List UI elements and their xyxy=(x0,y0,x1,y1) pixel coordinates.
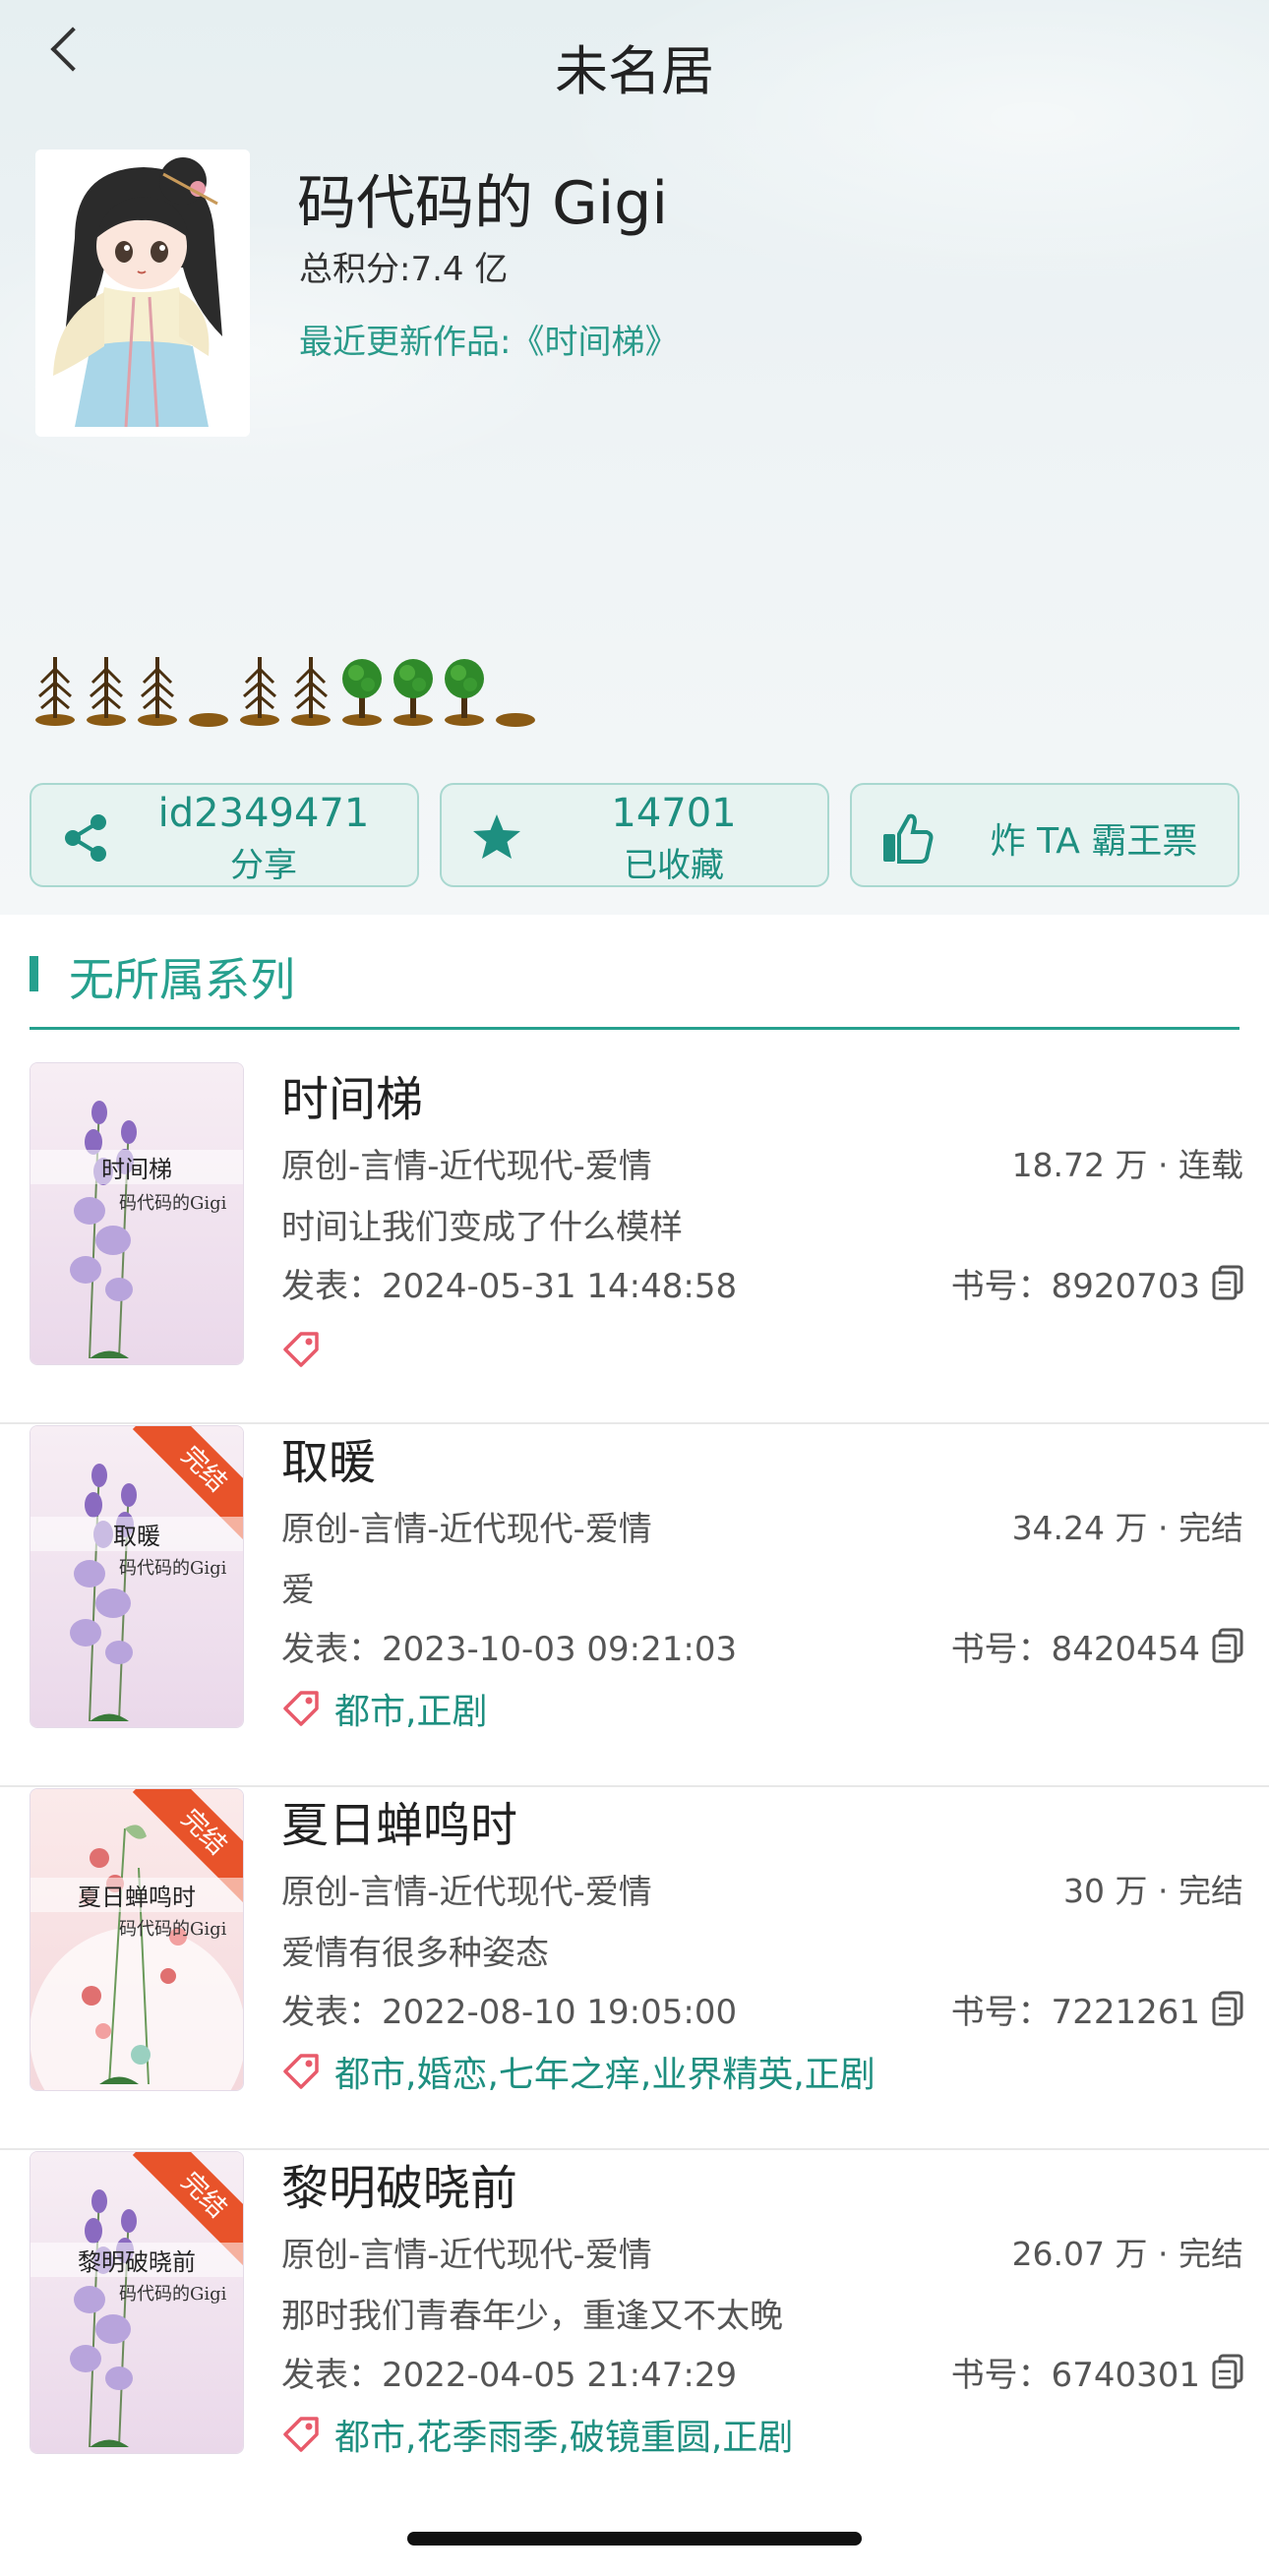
book-tags[interactable]: 都市,花季雨季,破镜重圆,正剧 xyxy=(334,2409,793,2460)
profile-header-background xyxy=(0,0,1269,915)
green-tree-icon xyxy=(388,649,439,728)
cover-title: 取暖 xyxy=(30,1517,243,1551)
section-accent-bar xyxy=(30,956,38,991)
recent-work-link[interactable]: 最近更新作品:《时间梯》 xyxy=(299,315,678,363)
book-category: 原创-言情-近代现代-爱情 xyxy=(281,1873,652,1912)
favorite-button[interactable]: 14701 已收藏 xyxy=(440,783,829,887)
book-category: 原创-言情-近代现代-爱情 xyxy=(281,1147,652,1186)
cover-author: 码代码的Gigi xyxy=(119,1919,227,1940)
favorite-label: 已收藏 xyxy=(624,846,724,885)
book-item[interactable]: 完结 黎明破晓前 码代码的Gigi 黎明破晓前 原创-言情-近代现代-爱情 26… xyxy=(0,2151,1269,2513)
book-publish-date: 发表：2022-08-10 19:05:00 xyxy=(281,1993,738,2032)
bare-tree-icon xyxy=(234,649,285,728)
home-indicator[interactable] xyxy=(407,2532,862,2546)
avatar[interactable] xyxy=(35,150,250,437)
book-publish-date: 发表：2024-05-31 14:48:58 xyxy=(281,1267,738,1306)
book-title[interactable]: 取暖 xyxy=(281,1423,376,1492)
book-cover[interactable]: 完结 黎明破晓前 码代码的Gigi xyxy=(30,2151,244,2454)
row-divider xyxy=(0,2148,1269,2150)
book-id: 书号：8420454 xyxy=(950,1630,1200,1669)
bare-tree-icon xyxy=(132,649,183,728)
copy-icon[interactable] xyxy=(1212,2354,1245,2389)
bare-tree-icon xyxy=(285,649,336,728)
book-word-count-status: 34.24 万 · 完结 xyxy=(1011,1509,1243,1547)
section-divider xyxy=(30,1027,1239,1030)
green-tree-icon xyxy=(336,649,388,728)
share-icon xyxy=(59,810,114,866)
vote-button[interactable]: 炸 TA 霸王票 xyxy=(850,783,1239,887)
author-id: id2349471 xyxy=(157,791,370,836)
book-id: 书号：6740301 xyxy=(950,2356,1200,2395)
book-tags[interactable]: 都市,正剧 xyxy=(334,1683,487,1734)
book-item[interactable]: 完结 夏日蝉鸣时 码代码的Gigi 夏日蝉鸣时 原创-言情-近代现代-爱情 30… xyxy=(0,1788,1269,2150)
favorite-count: 14701 xyxy=(611,791,737,836)
cover-author: 码代码的Gigi xyxy=(119,1193,227,1214)
copy-icon[interactable] xyxy=(1212,1628,1245,1663)
bare-tree-icon xyxy=(81,649,132,728)
green-tree-icon xyxy=(439,649,490,728)
row-divider xyxy=(0,1785,1269,1787)
book-word-count-status: 18.72 万 · 连载 xyxy=(1011,1146,1243,1184)
book-word-count-status: 26.07 万 · 完结 xyxy=(1011,2235,1243,2273)
book-description: 时间让我们变成了什么模样 xyxy=(281,1208,683,1247)
share-button[interactable]: id2349471 分享 xyxy=(30,783,419,887)
section-title: 无所属系列 xyxy=(69,953,295,1006)
book-title[interactable]: 时间梯 xyxy=(281,1060,423,1129)
thumbs-up-icon xyxy=(879,810,935,866)
book-title[interactable]: 黎明破晓前 xyxy=(281,2149,517,2218)
book-title[interactable]: 夏日蝉鸣时 xyxy=(281,1786,517,1855)
book-description: 爱 xyxy=(281,1571,315,1610)
book-description: 那时我们青春年少，重逢又不太晚 xyxy=(281,2297,783,2336)
tag-icon xyxy=(281,2413,323,2454)
book-id: 书号：8920703 xyxy=(950,1267,1200,1306)
vote-label: 炸 TA 霸王票 xyxy=(990,821,1198,862)
cover-title: 夏日蝉鸣时 xyxy=(30,1878,243,1912)
tag-icon xyxy=(281,1328,323,1369)
share-label: 分享 xyxy=(230,846,297,885)
book-category: 原创-言情-近代现代-爱情 xyxy=(281,1510,652,1549)
tag-icon xyxy=(281,1687,323,1728)
bare-tree-icon xyxy=(30,649,81,728)
cover-title: 时间梯 xyxy=(30,1150,243,1184)
cover-author: 码代码的Gigi xyxy=(119,1558,227,1579)
book-item[interactable]: 完结 取暖 码代码的Gigi 取暖 原创-言情-近代现代-爱情 34.24 万 … xyxy=(0,1425,1269,1787)
book-item[interactable]: 时间梯 码代码的Gigi 时间梯 原创-言情-近代现代-爱情 18.72 万 ·… xyxy=(0,1062,1269,1424)
book-cover[interactable]: 完结 取暖 码代码的Gigi xyxy=(30,1425,244,1728)
book-description: 爱情有很多种姿态 xyxy=(281,1934,549,1973)
book-publish-date: 发表：2022-04-05 21:47:29 xyxy=(281,2356,738,2395)
book-id: 书号：7221261 xyxy=(950,1993,1200,2032)
row-divider xyxy=(0,1422,1269,1424)
soil-mound-icon xyxy=(183,649,234,728)
page-title: 未名居 xyxy=(555,40,714,102)
book-category: 原创-言情-近代现代-爱情 xyxy=(281,2236,652,2275)
book-cover[interactable]: 时间梯 码代码的Gigi xyxy=(30,1062,244,1365)
tag-icon xyxy=(281,2050,323,2091)
book-tags[interactable]: 都市,婚恋,七年之痒,业界精英,正剧 xyxy=(334,2046,876,2097)
cover-title: 黎明破晓前 xyxy=(30,2243,243,2277)
cover-author: 码代码的Gigi xyxy=(119,2284,227,2305)
book-publish-date: 发表：2023-10-03 09:21:03 xyxy=(281,1630,738,1669)
book-cover[interactable]: 完结 夏日蝉鸣时 码代码的Gigi xyxy=(30,1788,244,2091)
total-score: 总积分:7.4 亿 xyxy=(299,250,509,289)
book-word-count-status: 30 万 · 完结 xyxy=(1063,1872,1243,1910)
soil-mound-icon xyxy=(490,649,541,728)
star-icon xyxy=(469,810,524,866)
copy-icon[interactable] xyxy=(1212,1265,1245,1300)
copy-icon[interactable] xyxy=(1212,1991,1245,2026)
rank-trees xyxy=(30,649,541,728)
author-name: 码代码的 Gigi xyxy=(297,169,668,238)
